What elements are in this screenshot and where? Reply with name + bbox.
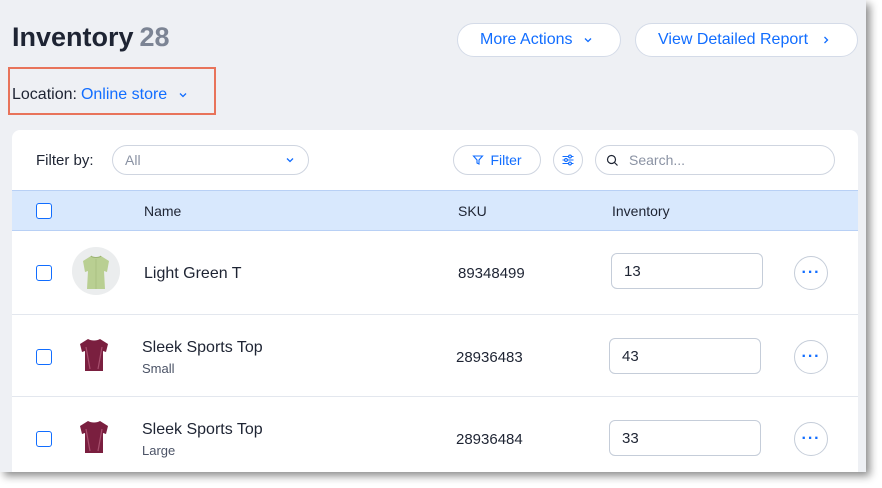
row-checkbox[interactable] bbox=[36, 265, 52, 281]
search-input[interactable] bbox=[627, 151, 821, 169]
chevron-right-icon bbox=[824, 36, 829, 44]
product-sku: 89348499 bbox=[458, 265, 525, 282]
funnel-icon bbox=[472, 155, 485, 165]
page-title: Inventory 28 bbox=[12, 22, 170, 53]
row-more-actions-button[interactable]: ··· bbox=[794, 256, 828, 290]
column-header-name[interactable]: Name bbox=[144, 203, 181, 219]
table-row[interactable]: Light Green T 89348499 ··· bbox=[12, 231, 858, 315]
product-thumbnail-maroon-top bbox=[70, 331, 118, 379]
product-name: Sleek Sports Top bbox=[142, 339, 263, 356]
product-sku: 28936484 bbox=[456, 431, 523, 448]
location-label: Location: bbox=[12, 86, 77, 103]
search-icon bbox=[606, 154, 618, 166]
product-thumbnail-maroon-top bbox=[70, 413, 118, 461]
product-sku: 28936483 bbox=[456, 349, 523, 366]
page-title-text: Inventory bbox=[12, 22, 134, 52]
view-report-label: View Detailed Report bbox=[658, 31, 809, 48]
table-header: Name SKU Inventory bbox=[12, 190, 858, 231]
product-variant: Large bbox=[142, 443, 176, 458]
table-row[interactable]: Sleek Sports Top Large 28936484 ··· bbox=[12, 397, 858, 472]
chevron-down-icon bbox=[286, 158, 294, 163]
filter-button[interactable]: Filter bbox=[453, 145, 541, 175]
sliders-icon bbox=[562, 154, 574, 166]
column-header-inventory[interactable]: Inventory bbox=[612, 203, 670, 219]
row-more-actions-button[interactable]: ··· bbox=[794, 422, 828, 456]
filter-button-label: Filter bbox=[490, 152, 522, 168]
maroon-top-image bbox=[80, 339, 108, 371]
chevron-down-icon bbox=[179, 92, 187, 98]
row-checkbox[interactable] bbox=[36, 349, 52, 365]
location-value[interactable]: Online store bbox=[81, 86, 167, 103]
search-field[interactable] bbox=[595, 145, 835, 175]
inventory-quantity-input[interactable] bbox=[609, 338, 761, 374]
inventory-quantity-input[interactable] bbox=[609, 420, 761, 456]
inventory-table-card: Filter by: All Filter Name SKU Inventory bbox=[12, 130, 858, 472]
product-variant: Small bbox=[142, 361, 175, 376]
product-thumbnail-green-shirt bbox=[72, 247, 120, 295]
ellipsis-icon: ··· bbox=[801, 264, 821, 281]
filter-select-value: All bbox=[125, 152, 141, 168]
chevron-down-icon bbox=[585, 38, 592, 43]
customize-columns-button[interactable] bbox=[553, 145, 583, 175]
more-actions-label: More Actions bbox=[480, 31, 573, 48]
app-window: Inventory 28 More Actions View Detailed R… bbox=[0, 0, 866, 472]
item-count: 28 bbox=[139, 22, 170, 52]
row-more-actions-button[interactable]: ··· bbox=[794, 340, 828, 374]
column-header-sku[interactable]: SKU bbox=[458, 203, 487, 219]
product-name: Sleek Sports Top bbox=[142, 421, 263, 438]
location-selector[interactable]: Location: Online store bbox=[12, 86, 189, 104]
green-shirt-image bbox=[72, 247, 120, 295]
filter-by-label: Filter by: bbox=[36, 152, 94, 169]
inventory-quantity-input[interactable] bbox=[611, 253, 763, 289]
filter-select[interactable]: All bbox=[112, 145, 309, 175]
more-actions-button[interactable]: More Actions bbox=[457, 23, 621, 57]
product-name: Light Green T bbox=[144, 265, 242, 282]
maroon-top-image bbox=[80, 421, 108, 453]
ellipsis-icon: ··· bbox=[801, 430, 821, 447]
row-checkbox[interactable] bbox=[36, 431, 52, 447]
table-row[interactable]: Sleek Sports Top Small 28936483 ··· bbox=[12, 315, 858, 397]
ellipsis-icon: ··· bbox=[801, 348, 821, 365]
select-all-checkbox[interactable] bbox=[36, 203, 52, 219]
view-detailed-report-button[interactable]: View Detailed Report bbox=[635, 23, 858, 57]
